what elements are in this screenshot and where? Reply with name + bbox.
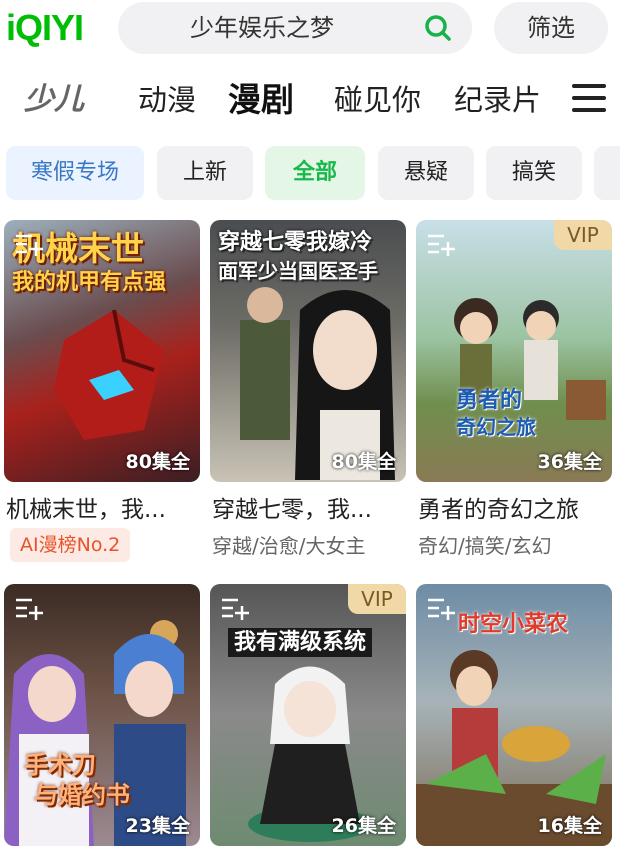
drama-card[interactable]: 机械末世 我的机甲有点强 80集全 机械末世，我... AI漫榜No.2 — [4, 220, 200, 564]
poster-subtitle: 面军少当国医圣手 — [218, 259, 378, 283]
search-bar[interactable]: 少年娱乐之梦 — [118, 2, 472, 54]
chip-new[interactable]: 上新 — [157, 146, 253, 200]
add-to-list-icon[interactable] — [220, 596, 250, 620]
add-to-list-icon[interactable] — [14, 232, 44, 256]
filter-chips: 寒假专场 上新 全部 悬疑 搞笑 — [0, 146, 620, 200]
tab-anime[interactable]: 动漫 — [138, 70, 196, 130]
episode-count: 26集全 — [331, 815, 396, 837]
chip-comedy[interactable]: 搞笑 — [486, 146, 582, 200]
drama-card[interactable]: 穿越七零我嫁冷 面军少当国医圣手 80集全 穿越七零，我... 穿越/治愈/大女… — [210, 220, 406, 564]
chip-winter-special[interactable]: 寒假专场 — [6, 146, 144, 200]
tab-documentary[interactable]: 纪录片 — [454, 70, 541, 130]
poster-title: 时空小菜农 — [458, 612, 569, 637]
poster-subtitle: 我的机甲有点强 — [12, 270, 167, 295]
poster-title: 我有满级系统 — [228, 628, 373, 658]
poster-image: 手术刀 与婚约书 23集全 — [4, 584, 200, 846]
channel-tabs: 少儿 动漫 漫剧 碰见你 纪录片 — [0, 70, 620, 130]
chip-more[interactable] — [594, 146, 620, 200]
poster-subtitle: 与婚约书 — [34, 781, 130, 809]
top-bar: iQIYI 少年娱乐之梦 筛选 — [0, 0, 620, 60]
episode-count: 80集全 — [125, 451, 190, 473]
drama-card[interactable]: 时空小菜农 16集全 — [416, 584, 612, 846]
drama-card[interactable]: 我有满级系统 VIP 26集全 — [210, 584, 406, 846]
rank-badge: AI漫榜No.2 — [10, 528, 131, 562]
tab-comic-drama[interactable]: 漫剧 — [228, 70, 294, 130]
episode-count: 36集全 — [537, 451, 602, 473]
card-tags: 奇幻/搞笑/玄幻 — [418, 534, 552, 558]
episode-count: 23集全 — [125, 815, 190, 837]
vip-badge: VIP — [348, 584, 406, 614]
add-to-list-icon[interactable] — [14, 596, 44, 620]
poster-image: 勇者的 奇幻之旅 VIP 36集全 — [416, 220, 612, 482]
filter-button[interactable]: 筛选 — [494, 2, 608, 54]
menu-icon[interactable] — [572, 84, 606, 116]
drama-card[interactable]: 勇者的 奇幻之旅 VIP 36集全 勇者的奇幻之旅 奇幻/搞笑/玄幻 — [416, 220, 612, 564]
poster-title: 穿越七零我嫁冷 — [218, 230, 373, 255]
iqiyi-logo[interactable]: iQIYI — [6, 8, 98, 48]
poster-image: 穿越七零我嫁冷 面军少当国医圣手 80集全 — [210, 220, 406, 482]
add-to-list-icon[interactable] — [426, 232, 456, 256]
search-placeholder: 少年娱乐之梦 — [190, 14, 334, 42]
episode-count: 16集全 — [537, 815, 602, 837]
drama-card[interactable]: 手术刀 与婚约书 23集全 — [4, 584, 200, 846]
episode-count: 80集全 — [331, 451, 396, 473]
poster-image: 机械末世 我的机甲有点强 80集全 — [4, 220, 200, 482]
poster-title: 勇者的 — [456, 388, 523, 413]
card-title: 勇者的奇幻之旅 — [418, 497, 579, 523]
poster-title: 手术刀 — [24, 751, 96, 779]
vip-badge: VIP — [554, 220, 612, 250]
poster-subtitle: 奇幻之旅 — [456, 415, 536, 439]
tab-kids[interactable]: 少儿 — [24, 70, 84, 130]
poster-image: 时空小菜农 16集全 — [416, 584, 612, 846]
add-to-list-icon[interactable] — [426, 596, 456, 620]
chip-all[interactable]: 全部 — [265, 146, 365, 200]
card-tags: 穿越/治愈/大女主 — [212, 534, 366, 558]
chip-mystery[interactable]: 悬疑 — [378, 146, 474, 200]
search-icon[interactable] — [424, 14, 452, 42]
tab-meet-you[interactable]: 碰见你 — [334, 70, 421, 130]
card-title: 穿越七零，我... — [212, 497, 372, 523]
card-title: 机械末世，我... — [6, 497, 166, 523]
poster-image: 我有满级系统 VIP 26集全 — [210, 584, 406, 846]
mecha-illustration — [54, 309, 164, 440]
